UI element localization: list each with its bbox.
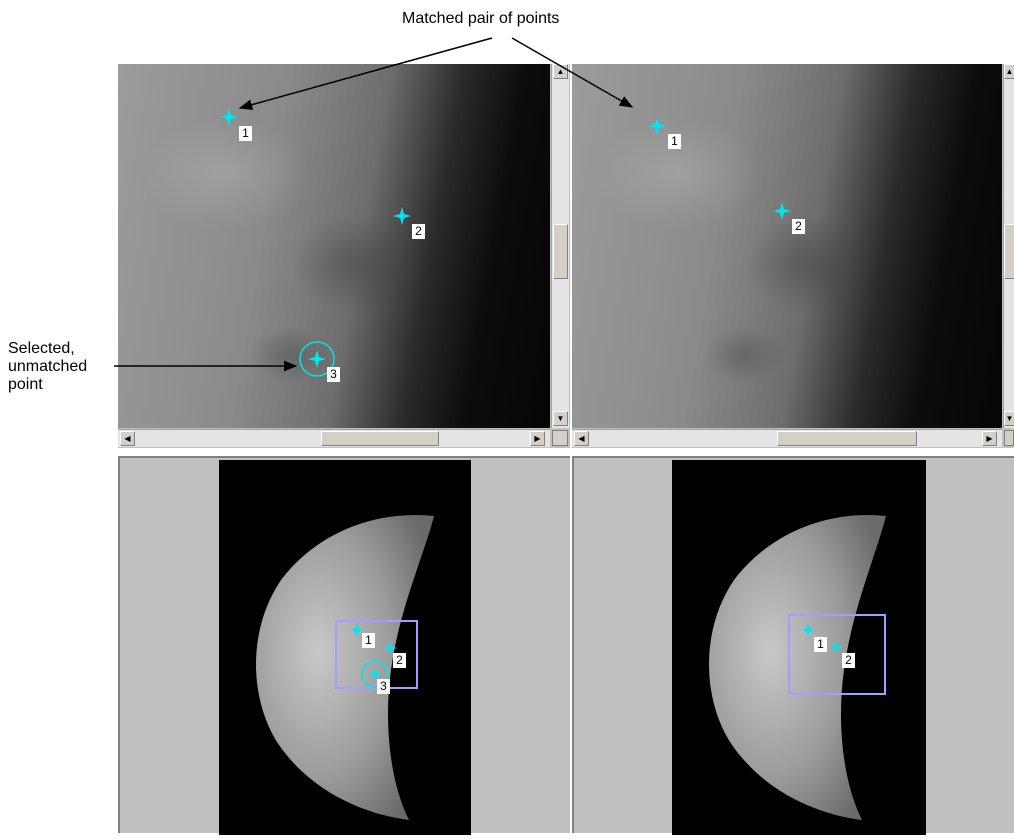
vertical-scroll-thumb[interactable] xyxy=(553,224,568,279)
base-horizontal-scrollbar[interactable]: ◀ ▶ xyxy=(572,429,1002,447)
point-marker-icon[interactable] xyxy=(773,202,791,220)
scrollbar-corner xyxy=(552,430,568,446)
base-vertical-scrollbar[interactable]: ▲ ▼ xyxy=(1003,64,1014,428)
point-marker-icon[interactable] xyxy=(220,108,238,126)
scrollbar-corner xyxy=(1004,430,1014,446)
input-detail-window: 1 2 3 ▲ ▼ ◀ ▶ xyxy=(118,64,570,448)
input-horizontal-scrollbar[interactable]: ◀ ▶ xyxy=(118,429,550,447)
annotation-line: point xyxy=(8,376,43,393)
point-label: 1 xyxy=(814,637,827,652)
base-overview-image[interactable]: 1 2 xyxy=(672,460,926,835)
scroll-left-icon[interactable]: ◀ xyxy=(574,431,589,446)
base-detail-window: 1 2 ▲ ▼ ◀ ▶ xyxy=(572,64,1014,448)
point-label: 1 xyxy=(239,126,252,141)
scroll-right-icon[interactable]: ▶ xyxy=(982,431,997,446)
point-marker-icon[interactable] xyxy=(648,117,666,135)
input-overview-window: 1 2 3 xyxy=(118,456,570,835)
base-moon-graphic xyxy=(709,514,886,820)
scroll-down-icon[interactable]: ▼ xyxy=(553,411,568,426)
scroll-right-icon[interactable]: ▶ xyxy=(530,431,545,446)
scroll-left-icon[interactable]: ◀ xyxy=(120,431,135,446)
annotation-line: unmatched xyxy=(8,358,88,375)
input-vertical-scrollbar[interactable]: ▲ ▼ xyxy=(551,64,569,428)
annotation-matched-pair: Matched pair of points xyxy=(402,10,560,27)
vertical-scroll-thumb[interactable] xyxy=(1004,224,1014,279)
base-detail-pane[interactable]: 1 2 xyxy=(572,64,1002,428)
point-label: 1 xyxy=(668,134,681,149)
point-label: 2 xyxy=(792,219,805,234)
point-label: 2 xyxy=(842,653,855,668)
annotation-line: Selected, xyxy=(8,340,75,357)
point-label: 3 xyxy=(377,679,390,694)
base-overview-window: 1 2 xyxy=(572,456,1014,835)
point-label: 1 xyxy=(362,633,375,648)
base-detail-markers xyxy=(648,117,791,220)
horizontal-scroll-thumb[interactable] xyxy=(777,431,917,446)
scroll-up-icon[interactable]: ▲ xyxy=(1004,64,1014,79)
point-marker-icon[interactable] xyxy=(393,207,411,225)
input-detail-pane[interactable]: 1 2 3 xyxy=(118,64,550,428)
point-label: 3 xyxy=(327,367,340,382)
annotation-selected-unmatched: Selected, unmatched point xyxy=(8,340,87,394)
point-label: 2 xyxy=(412,224,425,239)
scroll-up-icon[interactable]: ▲ xyxy=(553,64,568,79)
point-label: 2 xyxy=(393,653,406,668)
horizontal-scroll-thumb[interactable] xyxy=(321,431,439,446)
input-moon-graphic xyxy=(256,514,434,820)
input-overview-image[interactable]: 1 2 3 xyxy=(219,460,471,835)
scroll-down-icon[interactable]: ▼ xyxy=(1004,411,1014,426)
